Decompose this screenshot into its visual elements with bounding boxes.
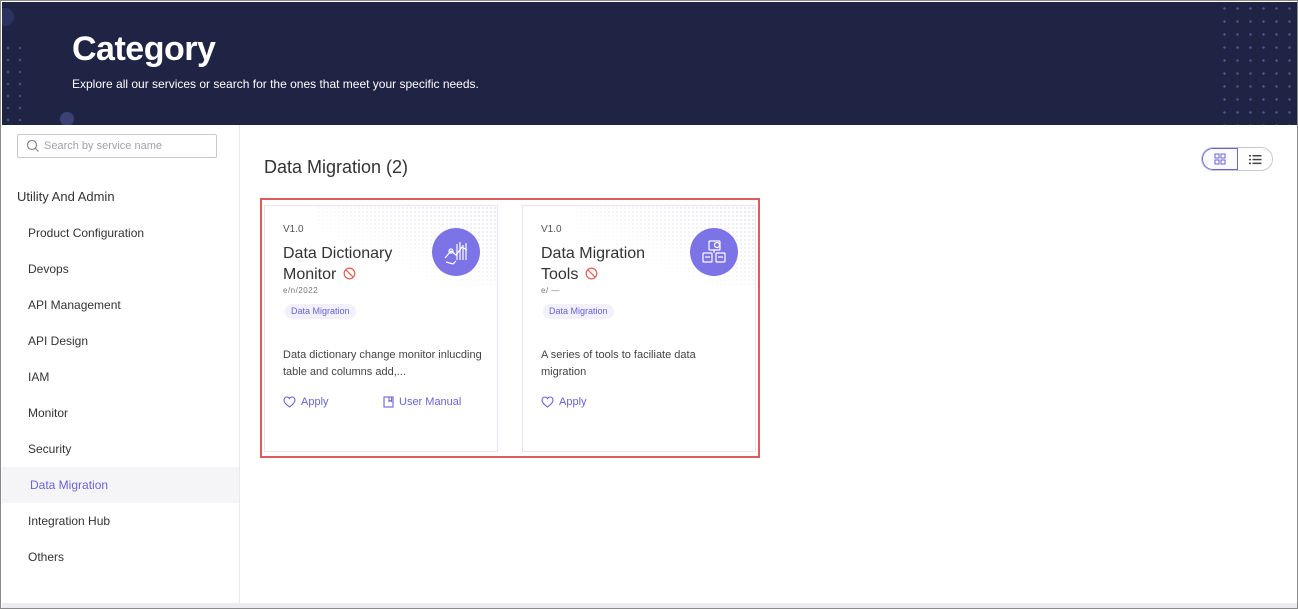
grid-icon [1214, 153, 1226, 165]
search-icon [26, 139, 39, 152]
page-title: Category [72, 30, 216, 68]
sidebar-item-api-management[interactable]: API Management [2, 287, 239, 323]
migration-tools-icon [690, 228, 738, 276]
sidebar-item-devops[interactable]: Devops [2, 251, 239, 287]
service-card[interactable]: V1.0 Data Dictionary Monitor e/n/2022 Da… [264, 205, 498, 452]
book-icon [383, 396, 394, 408]
search-box[interactable] [17, 134, 217, 158]
card-description: Data dictionary change monitor inlucding… [283, 349, 482, 378]
sidebar-item-security[interactable]: Security [2, 431, 239, 467]
list-icon [1248, 154, 1261, 164]
card-subtitle: e/n/2022 [283, 286, 319, 295]
decor-dots-right [1218, 2, 1297, 125]
card-title: Data Dictionary Monitor [283, 243, 423, 285]
heart-icon [283, 396, 296, 408]
sidebar-nav: Product Configuration Devops API Managem… [2, 215, 239, 575]
card-version: V1.0 [283, 224, 304, 235]
sidebar-item-data-migration[interactable]: Data Migration [2, 467, 239, 503]
sidebar-item-iam[interactable]: IAM [2, 359, 239, 395]
card-description: A series of tools to faciliate data migr… [541, 349, 696, 378]
card-title: Data Migration Tools [541, 243, 681, 285]
card-tag: Data Migration [285, 304, 356, 319]
main-content: Data Migration (2) V1.0 Data Dictionary … [241, 125, 1297, 603]
section-heading: Data Migration (2) [264, 157, 409, 177]
sidebar-item-monitor[interactable]: Monitor [2, 395, 239, 431]
apply-label: Apply [559, 396, 587, 408]
apply-button[interactable]: Apply [541, 396, 587, 408]
sidebar-item-integration-hub[interactable]: Integration Hub [2, 503, 239, 539]
user-manual-button[interactable]: User Manual [383, 396, 461, 408]
decor-dots-left [2, 42, 22, 122]
card-tag: Data Migration [543, 304, 614, 319]
bottom-divider [2, 603, 1297, 608]
view-toggle [1201, 147, 1273, 171]
sidebar-item-others[interactable]: Others [2, 539, 239, 575]
decor-circle [2, 8, 14, 26]
disabled-icon [585, 267, 598, 280]
disabled-icon [343, 267, 356, 280]
card-version: V1.0 [541, 224, 562, 235]
grid-view-button[interactable] [1202, 148, 1238, 170]
page-header: Category Explore all our services or sea… [2, 2, 1297, 125]
chart-analytics-icon [432, 228, 480, 276]
page-subtitle: Explore all our services or search for t… [72, 77, 479, 91]
apply-label: Apply [301, 396, 329, 408]
card-subtitle: e/ — [541, 286, 560, 295]
card-title-text: Data Dictionary Monitor [283, 245, 393, 283]
search-input[interactable] [44, 140, 204, 152]
sidebar: Utility And Admin Product Configuration … [2, 125, 240, 603]
sidebar-group-label: Utility And Admin [17, 189, 115, 204]
apply-button[interactable]: Apply [283, 396, 329, 408]
sidebar-item-api-design[interactable]: API Design [2, 323, 239, 359]
app-window: Category Explore all our services or sea… [0, 0, 1298, 609]
sidebar-item-product-configuration[interactable]: Product Configuration [2, 215, 239, 251]
list-view-button[interactable] [1238, 148, 1272, 170]
heart-icon [541, 396, 554, 408]
user-manual-label: User Manual [399, 396, 462, 408]
service-card[interactable]: V1.0 Data Migration Tools e/ — Data Migr… [522, 205, 756, 452]
decor-circle [60, 112, 74, 125]
